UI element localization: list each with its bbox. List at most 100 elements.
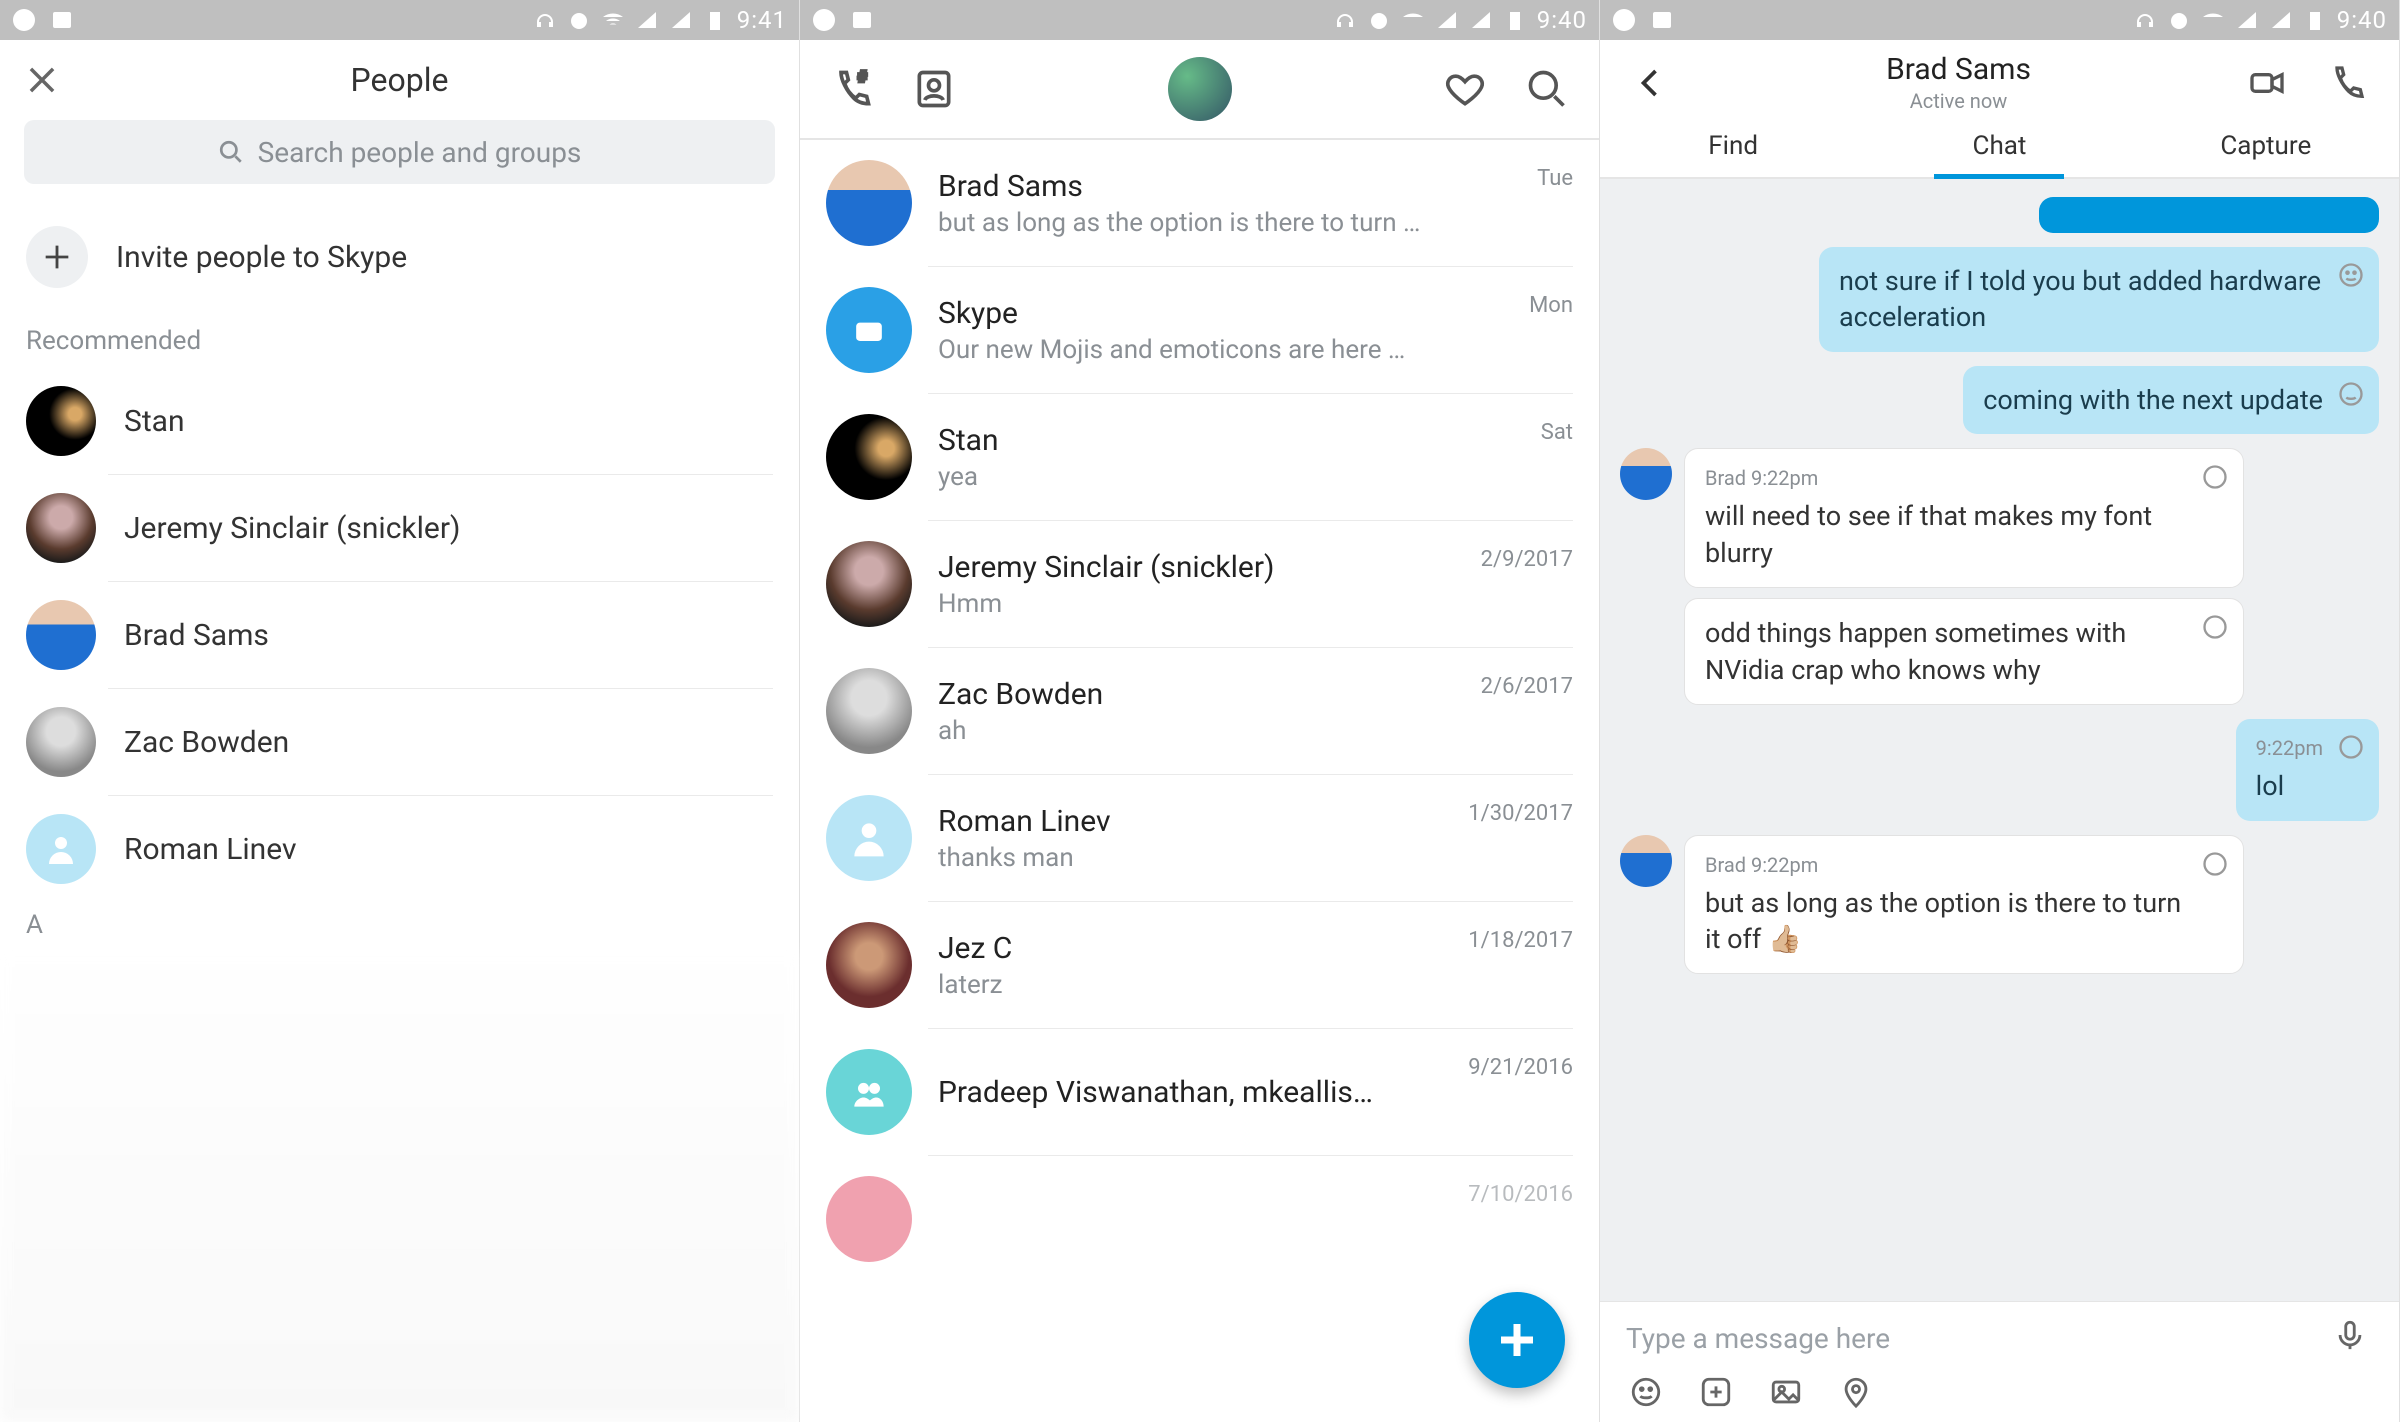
recent-preview: thanks man (938, 843, 1442, 873)
message-meta: 9:22pm (2256, 735, 2323, 762)
invite-label: Invite people to Skype (116, 240, 407, 275)
react-icon[interactable] (2337, 261, 2365, 289)
message-bubble[interactable]: Brad 9:22pm will need to see if that mak… (1684, 448, 2244, 588)
react-icon[interactable] (2201, 613, 2229, 641)
message-bubble[interactable]: 9:22pm lol (2236, 719, 2379, 820)
svg-text:#: # (858, 68, 867, 86)
location-button[interactable] (1836, 1372, 1876, 1412)
invite-button[interactable]: Invite people to Skype (0, 212, 799, 318)
favorites-button[interactable] (1439, 63, 1491, 115)
avatar (1620, 835, 1672, 887)
avatar (826, 922, 912, 1008)
react-icon[interactable] (2201, 463, 2229, 491)
contact-row[interactable]: Stan (0, 368, 799, 474)
react-icon[interactable] (2201, 850, 2229, 878)
image-icon (50, 8, 74, 32)
avatar (826, 541, 912, 627)
recent-row[interactable]: SkypeOur new Mojis and emoticons are her… (800, 267, 1599, 393)
message-input[interactable] (1626, 1322, 2313, 1355)
avatar (26, 493, 96, 563)
recent-name: Skype (938, 296, 1503, 331)
message-meta: Brad 9:22pm (1705, 852, 2187, 879)
search-button[interactable] (1521, 63, 1573, 115)
clock: 9:41 (737, 6, 787, 34)
message-bubble[interactable]: coming with the next update (1963, 366, 2379, 434)
status-bar: 9:40 (1600, 0, 2399, 40)
tab-capture[interactable]: Capture (2133, 117, 2399, 177)
recent-row[interactable]: Roman Linev thanks man 1/30/2017 (800, 775, 1599, 901)
new-chat-fab[interactable] (1469, 1292, 1565, 1388)
tab-find[interactable]: Find (1600, 117, 1866, 177)
contact-name: Jeremy Sinclair (snickler) (124, 511, 460, 546)
avatar (26, 600, 96, 670)
wifi-icon (601, 8, 625, 32)
chat-body[interactable]: not sure if I told you but added hardwar… (1600, 179, 2399, 1301)
contact-name: Brad Sams (124, 618, 269, 653)
video-call-button[interactable] (2241, 57, 2293, 109)
add-button[interactable] (1696, 1372, 1736, 1412)
clock: 9:40 (2337, 6, 2387, 34)
mic-button[interactable] (2333, 1318, 2373, 1358)
chat-screen: 9:40 Brad Sams Active now Find Chat Capt… (1600, 0, 2400, 1422)
back-button[interactable] (1626, 58, 1676, 108)
avatar (826, 1176, 912, 1262)
message-text: lol (2256, 770, 2285, 802)
contacts-button[interactable] (908, 63, 960, 115)
tab-chat[interactable]: Chat (1866, 117, 2132, 177)
contact-row[interactable]: Roman Linev (0, 796, 799, 902)
recent-row[interactable]: Pradeep Viswanathan, mkeallis… 9/21/2016 (800, 1029, 1599, 1155)
profile-avatar[interactable] (1168, 57, 1232, 121)
contact-row[interactable]: Jeremy Sinclair (snickler) (0, 475, 799, 581)
recent-time: 9/21/2016 (1468, 1055, 1573, 1080)
recent-name: Roman Linev (938, 804, 1442, 839)
recent-name: Zac Bowden (938, 677, 1455, 712)
recent-row[interactable]: Stanyea Sat (800, 394, 1599, 520)
avatar (26, 707, 96, 777)
search-placeholder: Search people and groups (258, 136, 582, 169)
alarm-icon (2167, 8, 2191, 32)
recent-time: Tue (1537, 166, 1573, 191)
recents-list: Brad Samsbut as long as the option is th… (800, 140, 1599, 1422)
chat-input-area (1600, 1301, 2399, 1422)
headphones-icon (1333, 8, 1357, 32)
contact-name: Roman Linev (124, 832, 297, 867)
emoji-button[interactable] (1626, 1372, 1666, 1412)
plus-icon (26, 226, 88, 288)
chat-subtitle: Active now (1676, 89, 2241, 113)
recent-time: Mon (1529, 293, 1573, 318)
audio-call-button[interactable] (2321, 57, 2373, 109)
message-bubble[interactable]: odd things happen sometimes with NVidia … (1684, 598, 2244, 705)
recent-time: 2/9/2017 (1481, 547, 1573, 572)
close-button[interactable] (20, 58, 64, 102)
contact-row[interactable]: Brad Sams (0, 582, 799, 688)
search-input[interactable]: Search people and groups (24, 120, 775, 184)
react-icon[interactable] (2337, 733, 2365, 761)
chat-title: Brad Sams (1676, 52, 2241, 87)
recent-time: 1/30/2017 (1468, 801, 1573, 826)
message-text: not sure if I told you but added hardwar… (1839, 265, 2321, 333)
message-bubble[interactable]: not sure if I told you but added hardwar… (1819, 247, 2379, 352)
avatar (826, 795, 912, 881)
react-icon[interactable] (2337, 380, 2365, 408)
signal2-icon (669, 8, 693, 32)
recent-row[interactable]: Jez Claterz 1/18/2017 (800, 902, 1599, 1028)
image-icon (1650, 8, 1674, 32)
recent-row[interactable]: Zac Bowdenah 2/6/2017 (800, 648, 1599, 774)
recent-row[interactable]: 7/10/2016 (800, 1156, 1599, 1282)
chat-header: Brad Sams Active now Find Chat Capture (1600, 40, 2399, 179)
contact-row[interactable]: Zac Bowden (0, 689, 799, 795)
recent-time: 2/6/2017 (1481, 674, 1573, 699)
recent-row[interactable]: Brad Samsbut as long as the option is th… (800, 140, 1599, 266)
message-text: coming with the next update (1983, 384, 2323, 416)
avatar (826, 1049, 912, 1135)
signal2-icon (1469, 8, 1493, 32)
message-bubble[interactable] (2039, 197, 2379, 233)
alpha-header: A (0, 902, 799, 952)
avatar (826, 160, 912, 246)
recent-row[interactable]: Jeremy Sinclair (snickler)Hmm 2/9/2017 (800, 521, 1599, 647)
dialpad-button[interactable]: # (826, 63, 878, 115)
message-meta: Brad 9:22pm (1705, 465, 2187, 492)
image-icon (850, 8, 874, 32)
image-button[interactable] (1766, 1372, 1806, 1412)
message-bubble[interactable]: Brad 9:22pm but as long as the option is… (1684, 835, 2244, 975)
